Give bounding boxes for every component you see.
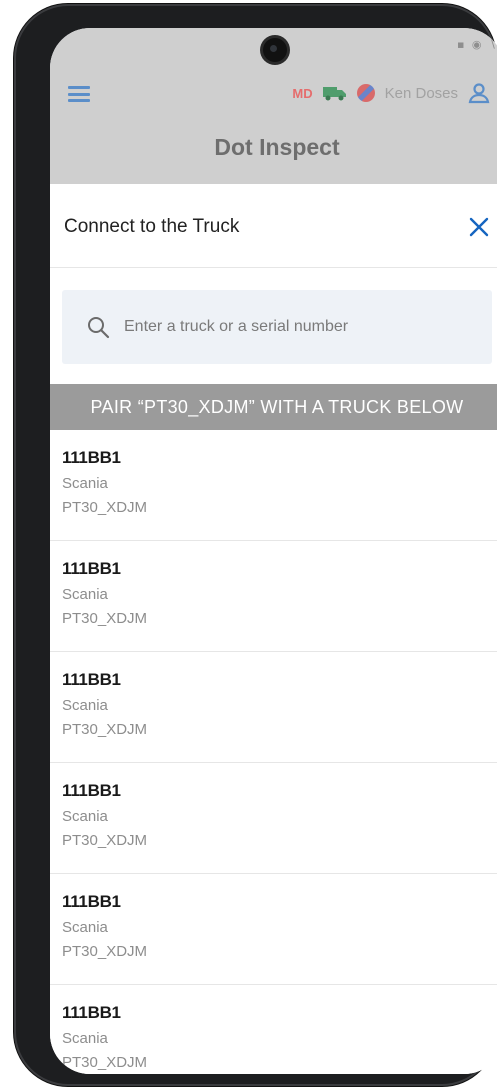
status-icons: ▪ ◉ ∖ xyxy=(456,38,497,51)
search-icon xyxy=(86,315,110,339)
truck-make: Scania xyxy=(62,475,108,492)
truck-serial: PT30_XDJM xyxy=(62,610,148,627)
user-icon[interactable] xyxy=(468,82,490,104)
search-box[interactable] xyxy=(62,290,492,364)
camera-icon xyxy=(263,38,287,62)
list-item[interactable]: 111BB1 Scania PT30_XDJM xyxy=(50,985,497,1074)
phone-frame: ▪ ◉ ∖ MD Ken Doses Dot Inspect Connect t… xyxy=(14,4,497,1086)
truck-serial: PT30_XDJM xyxy=(62,499,148,516)
list-item[interactable]: 111BB1 Scania PT30_XDJM xyxy=(50,652,497,763)
truck-make: Scania xyxy=(62,697,108,714)
truck-make: Scania xyxy=(62,1030,108,1047)
list-item[interactable]: 111BB1 Scania PT30_XDJM xyxy=(50,874,497,985)
truck-make: Scania xyxy=(62,919,108,936)
truck-serial: PT30_XDJM xyxy=(62,1054,148,1071)
app-header-dimmed: ▪ ◉ ∖ MD Ken Doses Dot Inspect xyxy=(50,28,497,188)
truck-list: 111BB1 Scania PT30_XDJM 111BB1 Scania PT… xyxy=(50,430,497,1074)
truck-id: 111BB1 xyxy=(62,1003,121,1022)
app-title: Dot Inspect xyxy=(214,134,340,160)
dialog-header: Connect to the Truck xyxy=(50,184,497,268)
close-icon[interactable] xyxy=(468,216,490,238)
user-name: Ken Doses xyxy=(384,84,458,102)
truck-id: 111BB1 xyxy=(62,781,121,800)
header-right: MD Ken Doses xyxy=(292,82,490,104)
truck-id: 111BB1 xyxy=(62,559,121,578)
truck-make: Scania xyxy=(62,808,108,825)
search-input[interactable] xyxy=(124,318,464,336)
list-item[interactable]: 111BB1 Scania PT30_XDJM xyxy=(50,763,497,874)
list-item[interactable]: 111BB1 Scania PT30_XDJM xyxy=(50,430,497,541)
list-item[interactable]: 111BB1 Scania PT30_XDJM xyxy=(50,541,497,652)
truck-id: 111BB1 xyxy=(62,892,121,911)
hamburger-icon[interactable] xyxy=(68,86,90,102)
truck-icon[interactable] xyxy=(322,85,347,101)
truck-serial: PT30_XDJM xyxy=(62,832,148,849)
dialog-title: Connect to the Truck xyxy=(64,216,240,237)
truck-serial: PT30_XDJM xyxy=(62,721,148,738)
flag-icon[interactable] xyxy=(356,84,375,102)
truck-make: Scania xyxy=(62,586,108,603)
truck-id: 111BB1 xyxy=(62,448,121,467)
phone-screen: ▪ ◉ ∖ MD Ken Doses Dot Inspect Connect t… xyxy=(50,28,497,1074)
connect-truck-dialog: Connect to the Truck PAIR “PT30_XDJM” WI… xyxy=(50,184,497,1074)
truck-id: 111BB1 xyxy=(62,670,121,689)
pair-banner: PAIR “PT30_XDJM” WITH A TRUCK BELOW xyxy=(50,384,497,430)
truck-serial: PT30_XDJM xyxy=(62,943,148,960)
md-badge: MD xyxy=(292,85,313,101)
